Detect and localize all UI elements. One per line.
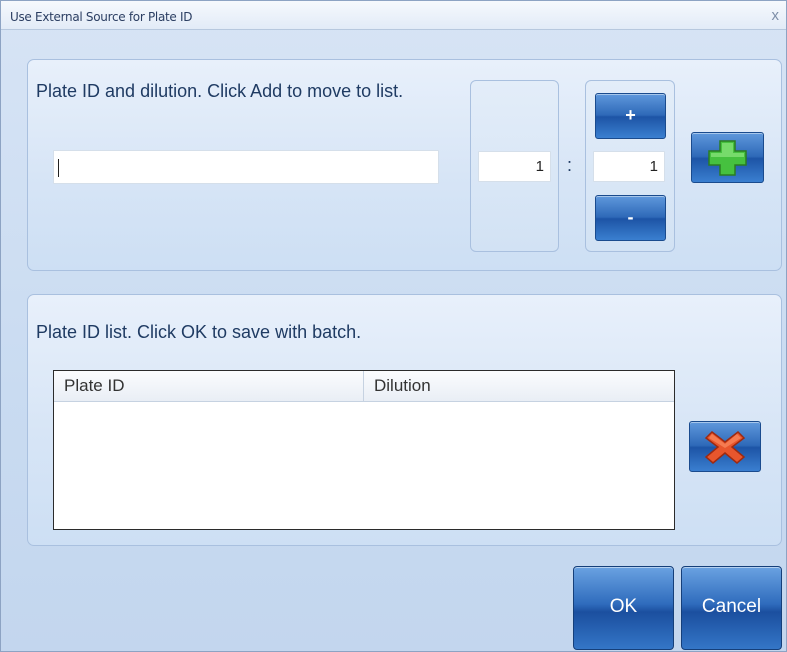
cancel-button[interactable]: Cancel bbox=[681, 566, 782, 650]
ok-label: OK bbox=[609, 596, 638, 617]
list-header: Plate ID Dilution bbox=[54, 371, 674, 402]
ok-button[interactable]: OK bbox=[573, 566, 674, 650]
increment-label: + bbox=[625, 105, 636, 125]
plate-id-list[interactable]: Plate ID Dilution bbox=[53, 370, 675, 530]
dilution-left-panel: 1 bbox=[470, 80, 559, 252]
plate-id-input[interactable] bbox=[53, 150, 439, 184]
remove-button[interactable] bbox=[689, 421, 761, 472]
increment-button[interactable]: + bbox=[595, 93, 666, 139]
column-dilution[interactable]: Dilution bbox=[364, 371, 674, 401]
decrement-button[interactable]: - bbox=[595, 195, 666, 241]
title-bar: Use External Source for Plate ID x bbox=[1, 1, 786, 30]
plate-list-group: Plate ID list. Click OK to save with bat… bbox=[27, 294, 782, 546]
add-button[interactable] bbox=[691, 132, 764, 183]
dilution-left-field[interactable]: 1 bbox=[478, 151, 551, 182]
cancel-label: Cancel bbox=[701, 596, 762, 617]
list-instruction: Plate ID list. Click OK to save with bat… bbox=[36, 322, 362, 342]
window-title: Use External Source for Plate ID bbox=[10, 10, 193, 24]
dialog-window: Use External Source for Plate ID x Plate… bbox=[0, 0, 787, 652]
dilution-right-field[interactable]: 1 bbox=[593, 151, 665, 182]
close-icon[interactable]: x bbox=[772, 7, 780, 24]
entry-instruction: Plate ID and dilution. Click Add to move… bbox=[36, 81, 404, 101]
text-caret bbox=[58, 159, 59, 177]
plate-entry-group: Plate ID and dilution. Click Add to move… bbox=[27, 59, 782, 271]
green-plus-icon bbox=[708, 140, 747, 176]
decrement-label: - bbox=[627, 207, 634, 227]
dilution-right-panel: + 1 - bbox=[585, 80, 675, 252]
dilution-separator: : bbox=[567, 155, 573, 175]
red-x-icon bbox=[704, 431, 746, 464]
column-plate-id[interactable]: Plate ID bbox=[54, 371, 364, 401]
